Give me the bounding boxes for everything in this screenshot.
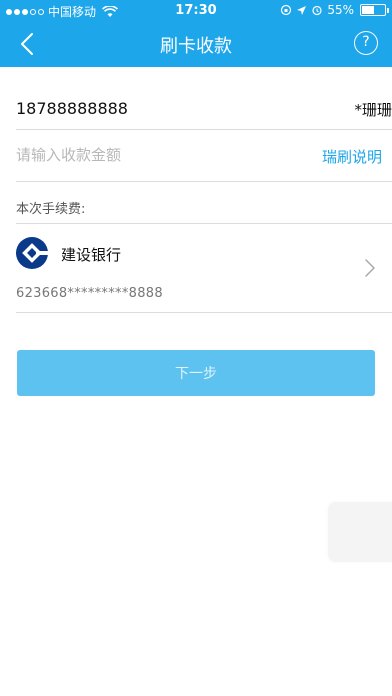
question-circle-icon[interactable]: ?	[354, 31, 378, 55]
ccb-logo-icon	[16, 237, 48, 269]
battery-icon	[360, 4, 389, 16]
nav-bar: 刷卡收款 ?	[0, 22, 392, 67]
location-icon	[297, 5, 307, 15]
chevron-right-icon	[365, 259, 375, 277]
bank-card-row[interactable]: 建设银行 623668*********8888	[16, 224, 392, 313]
card-number: 623668*********8888	[16, 286, 163, 301]
battery-percent: 55%	[327, 3, 354, 17]
account-holder: *珊珊	[354, 101, 392, 119]
phone-number: 18788888888	[16, 99, 128, 118]
status-right: 55%	[280, 3, 389, 17]
status-bar: 中国移动 17:30 55%	[0, 0, 392, 22]
alarm-icon	[312, 5, 322, 16]
bank-name: 建设银行	[61, 246, 122, 264]
page-title: 刷卡收款	[160, 36, 232, 57]
fee-label: 本次手续费:	[16, 202, 86, 217]
fee-row: 本次手续费:	[16, 182, 392, 224]
next-button[interactable]: 下一步	[17, 350, 375, 396]
rotation-lock-icon	[281, 4, 292, 16]
payee-row: 18788888888 *珊珊	[16, 87, 392, 130]
floating-assistive-button[interactable]	[328, 502, 392, 562]
header: 中国移动 17:30 55% 刷卡收款 ?	[0, 0, 392, 67]
amount-input[interactable]	[16, 144, 266, 166]
guide-link[interactable]: 瑞刷说明	[322, 146, 382, 167]
amount-row: 瑞刷说明	[16, 130, 392, 182]
